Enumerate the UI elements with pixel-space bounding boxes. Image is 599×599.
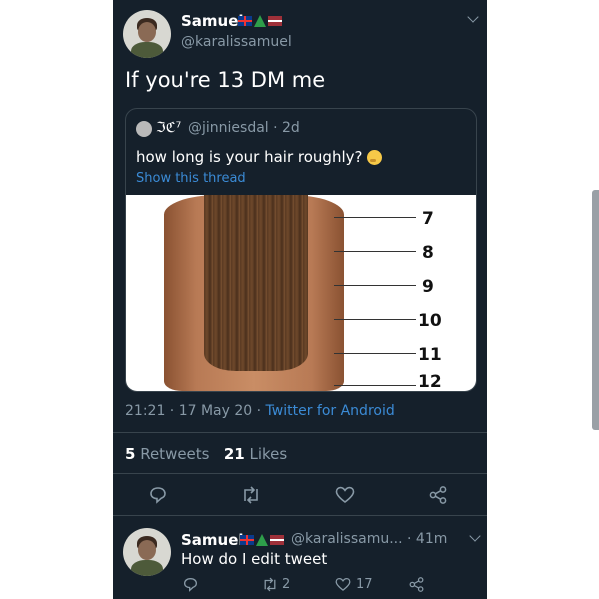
retweets-stat[interactable]: 5 Retweets bbox=[125, 445, 210, 463]
tick-line bbox=[334, 217, 416, 218]
share-icon[interactable] bbox=[409, 577, 424, 592]
length-label: 10 bbox=[418, 311, 442, 331]
tweet-timestamp: 21:21 · 17 May 20 · Twitter for Android bbox=[125, 403, 395, 419]
quote-text: how long is your hair roughly? bbox=[136, 148, 363, 166]
thinking-face-icon bbox=[367, 149, 383, 165]
reply-author-row: Samuel bbox=[181, 531, 244, 549]
christmas-tree-icon bbox=[256, 534, 268, 546]
share-icon[interactable] bbox=[429, 486, 447, 504]
quote-author-name: ℑℭ⁷ bbox=[156, 120, 182, 136]
reply-author-name[interactable]: Samuel bbox=[181, 531, 244, 549]
quoted-tweet[interactable]: ℑℭ⁷ @jinniesdal · 2d how long is your ha… bbox=[125, 108, 477, 392]
hair-length-image[interactable]: 7 8 9 10 11 12 bbox=[126, 195, 476, 391]
length-label: 8 bbox=[422, 243, 434, 263]
quote-author-avatar bbox=[136, 121, 152, 137]
length-label: 9 bbox=[422, 277, 434, 297]
length-label: 12 bbox=[418, 372, 442, 391]
reply-author-handle[interactable]: @karalissamu... · 41m bbox=[291, 531, 447, 547]
timestamp-text: 21:21 · 17 May 20 · bbox=[125, 403, 266, 419]
tweet-text: If you're 13 DM me bbox=[125, 68, 326, 92]
tick-line bbox=[334, 285, 416, 286]
source-app-link[interactable]: Twitter for Android bbox=[266, 403, 395, 419]
reply-author-avatar[interactable] bbox=[123, 528, 171, 576]
like-icon[interactable] bbox=[335, 486, 355, 504]
retweet-icon[interactable] bbox=[262, 577, 278, 592]
like-icon[interactable] bbox=[335, 577, 351, 592]
retweet-icon[interactable] bbox=[241, 486, 261, 504]
reply-text: How do I edit tweet bbox=[181, 550, 328, 568]
author-name[interactable]: Samuel bbox=[181, 12, 244, 30]
length-label: 7 bbox=[422, 209, 434, 229]
christmas-tree-icon bbox=[254, 15, 266, 27]
tweet-detail-screen: Samuel @karalissamuel If you're 13 DM me… bbox=[113, 0, 487, 599]
author-handle[interactable]: @karalissamuel bbox=[181, 34, 292, 50]
quote-text-row: how long is your hair roughly? bbox=[136, 148, 383, 166]
author-avatar[interactable] bbox=[123, 10, 171, 58]
reply-icon[interactable] bbox=[149, 486, 167, 504]
likes-count: 21 bbox=[223, 445, 245, 463]
tick-line bbox=[334, 251, 416, 252]
tick-line bbox=[334, 353, 416, 354]
divider bbox=[113, 432, 487, 433]
tick-line bbox=[334, 319, 416, 320]
engagement-stats: 5 Retweets 21 Likes bbox=[125, 445, 287, 463]
latvia-flag-icon bbox=[270, 535, 284, 545]
length-label: 11 bbox=[418, 345, 442, 365]
author-flags bbox=[238, 15, 282, 27]
show-thread-link[interactable]: Show this thread bbox=[136, 171, 246, 186]
tick-line bbox=[334, 385, 416, 386]
reply-icon[interactable] bbox=[183, 577, 198, 592]
divider bbox=[113, 473, 487, 474]
divider bbox=[113, 515, 487, 516]
quote-author-handle: @jinniesdal · 2d bbox=[188, 120, 300, 136]
chevron-down-icon[interactable] bbox=[467, 11, 479, 23]
likes-label: Likes bbox=[244, 445, 288, 463]
hair-illustration bbox=[204, 195, 308, 371]
uk-flag-icon bbox=[240, 535, 254, 545]
device-edge bbox=[592, 190, 599, 430]
uk-flag-icon bbox=[238, 16, 252, 26]
reply-author-flags bbox=[240, 534, 284, 546]
reply-like-count: 17 bbox=[356, 577, 373, 592]
retweets-label: Retweets bbox=[135, 445, 210, 463]
reply-retweet-count: 2 bbox=[282, 577, 291, 592]
retweets-count: 5 bbox=[125, 445, 136, 463]
chevron-down-icon[interactable] bbox=[469, 530, 481, 542]
likes-stat[interactable]: 21 Likes bbox=[224, 445, 287, 463]
latvia-flag-icon bbox=[268, 16, 282, 26]
